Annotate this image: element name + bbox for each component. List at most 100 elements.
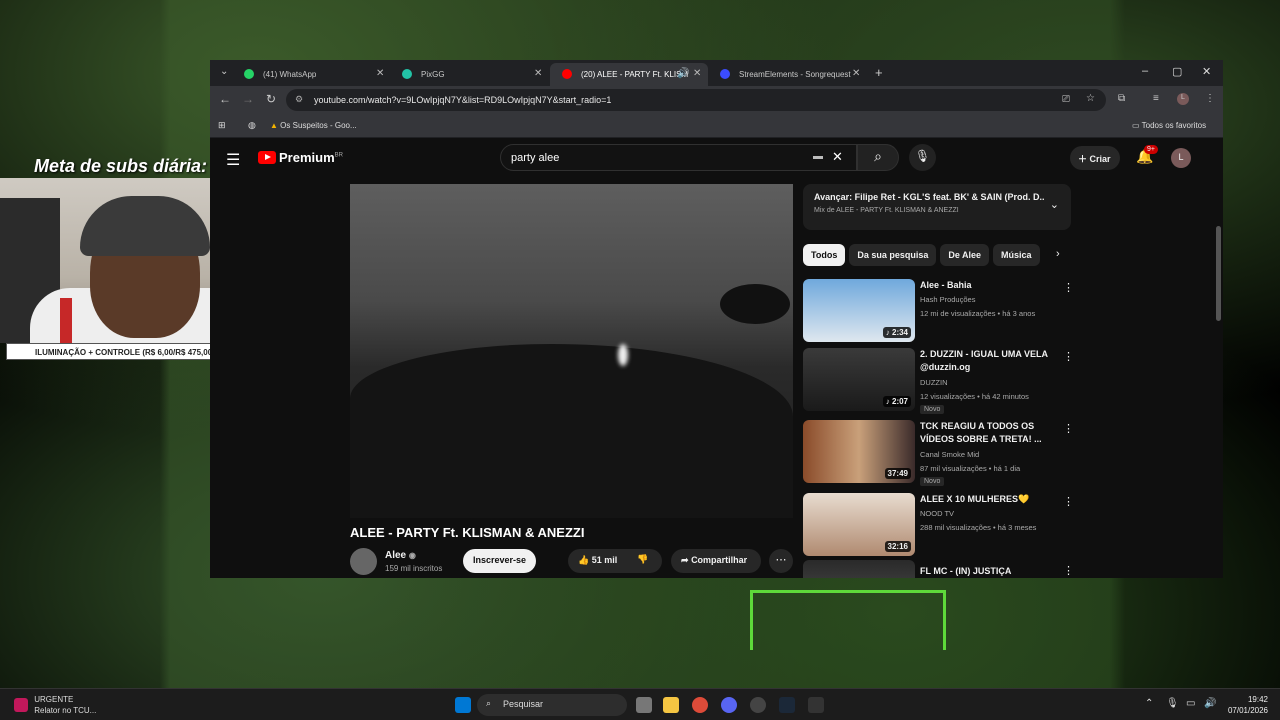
duration-badge: 32:16	[884, 541, 911, 552]
minimize-icon[interactable]: –	[1142, 65, 1148, 77]
file-explorer-icon[interactable]	[663, 697, 679, 713]
channel-name[interactable]: Alee ◉	[385, 550, 416, 561]
thumbs-down-icon[interactable]: 👎	[637, 554, 648, 565]
video-thumbnail[interactable]: 37:49	[803, 420, 915, 483]
volume-icon[interactable]: 🔊	[1204, 698, 1216, 709]
kebab-menu-icon[interactable]: ⋮	[1063, 422, 1074, 435]
reload-icon[interactable]: ↻	[266, 92, 276, 106]
mic-icon[interactable]: 🎙	[1166, 698, 1179, 709]
kebab-menu-icon[interactable]: ⋮	[1063, 495, 1074, 508]
tab-streamelements[interactable]: StreamElements - Songrequest ✕	[708, 63, 866, 86]
chip-de-alee[interactable]: De Alee	[940, 244, 990, 266]
hamburger-menu-icon[interactable]: ☰	[226, 150, 240, 170]
more-actions-icon[interactable]: ⋯	[769, 549, 793, 573]
media-icon[interactable]: ≡	[1153, 93, 1159, 104]
all-favorites[interactable]: ▭ Todos os favoritos	[1132, 121, 1206, 130]
recommendation-stats: 87 mil visualizações • há 1 dia	[920, 464, 1021, 473]
search-button[interactable]: ⌕	[857, 144, 899, 171]
video-thumbnail[interactable]: ♪ 2:34	[803, 279, 915, 342]
video-thumbnail[interactable]	[803, 560, 915, 578]
chrome-icon[interactable]	[692, 697, 708, 713]
subscriber-count: 159 mil inscritos	[385, 564, 443, 573]
obs-icon[interactable]	[750, 697, 766, 713]
browser-toolbar: ← → ↻ ⚙ youtube.com/watch?v=9LOwIpjqN7Y&…	[210, 86, 1223, 114]
recommendation-item[interactable]: ♪ 2:34 Alee - Bahia Hash Produções 12 mi…	[803, 279, 1074, 343]
up-next-subtitle: Mix de ALEE - PARTY Ft. KLISMAN & ANEZZI	[814, 207, 959, 214]
kebab-menu-icon[interactable]: ⋮	[1063, 350, 1074, 363]
thumbs-up-icon: 👍	[578, 555, 590, 565]
profile-icon[interactable]: L	[1177, 93, 1189, 105]
maximize-icon[interactable]: ▢	[1172, 65, 1182, 78]
window-close-icon[interactable]: ✕	[1202, 65, 1211, 78]
youtube-premium-logo[interactable]: PremiumBR	[258, 150, 343, 165]
duration-badge: ♪ 2:07	[882, 396, 911, 407]
recommendation-item[interactable]: ♪ 2:07 2. DUZZIN - IGUAL UMA VELA @duzzi…	[803, 348, 1074, 414]
create-button[interactable]: ＋ Criar	[1070, 146, 1120, 170]
forward-icon[interactable]: →	[242, 92, 254, 106]
network-icon[interactable]: ▭	[1186, 698, 1195, 709]
close-icon[interactable]: ✕	[376, 68, 384, 79]
tab-whatsapp[interactable]: (41) WhatsApp ✕	[232, 63, 390, 86]
clear-search-icon[interactable]: ✕	[832, 149, 843, 165]
recommendation-item[interactable]: 37:49 TCK REAGIU A TODOS OS VÍDEOS SOBRE…	[803, 420, 1074, 486]
share-button[interactable]: ➦ Compartilhar	[671, 549, 761, 573]
recommendation-channel: NOOD TV	[920, 509, 955, 518]
kebab-menu-icon[interactable]: ⋮	[1205, 93, 1215, 104]
chip-todos[interactable]: Todos	[803, 244, 846, 266]
chip-da-sua-pesquisa[interactable]: Da sua pesquisa	[849, 244, 937, 266]
recommendation-title: ALEE X 10 MULHERES💛	[920, 494, 1030, 504]
tray-chevron-icon[interactable]: ⌃	[1145, 698, 1153, 709]
subscribe-button[interactable]: Inscrever-se	[463, 549, 536, 573]
like-button[interactable]: 👍 51 mil	[578, 555, 617, 565]
channel-avatar[interactable]	[350, 548, 377, 575]
voice-search-button[interactable]: 🎙	[909, 144, 936, 171]
streamelements-icon	[720, 69, 730, 79]
account-avatar[interactable]: L	[1171, 148, 1191, 168]
close-icon[interactable]: ✕	[693, 68, 701, 79]
recommendation-title: Alee - Bahia	[920, 280, 972, 290]
start-icon[interactable]	[455, 697, 471, 713]
recommendation-channel: Canal Smoke Mid	[920, 450, 980, 459]
address-bar[interactable]: ⚙ youtube.com/watch?v=9LOwIpjqN7Y&list=R…	[286, 89, 1106, 111]
site-info-icon[interactable]: ⚙	[295, 94, 303, 105]
scrollbar[interactable]	[1213, 216, 1223, 656]
recommendation-stats: 288 mil visualizações • há 3 meses	[920, 523, 1037, 532]
recommendation-channel: Hash Produções	[920, 295, 976, 304]
install-icon[interactable]: ⎚	[1062, 94, 1070, 105]
chevron-right-icon[interactable]: ›	[1056, 248, 1060, 260]
news-icon	[14, 698, 28, 712]
star-icon[interactable]: ☆	[1086, 93, 1095, 104]
extensions-icon[interactable]: ⧉	[1118, 93, 1125, 104]
speaker-icon[interactable]: 🔊	[677, 68, 689, 79]
tab-search-icon[interactable]: ⌄	[220, 66, 228, 77]
video-player[interactable]	[350, 184, 793, 518]
new-tab-icon[interactable]: +	[875, 65, 883, 80]
chip-musica[interactable]: Música	[993, 244, 1040, 266]
close-icon[interactable]: ✕	[852, 68, 860, 79]
recommendation-item[interactable]: FL MC - (IN) JUSTIÇA ⋮	[803, 560, 1073, 578]
chevron-down-icon[interactable]: ⌄	[1050, 198, 1059, 211]
discord-icon[interactable]	[721, 697, 737, 713]
taskbar-search[interactable]: ⌕ Pesquisar	[477, 694, 627, 716]
search-input[interactable]: party alee ▬ ✕	[500, 144, 857, 171]
kebab-menu-icon[interactable]: ⋮	[1063, 281, 1074, 294]
news-widget[interactable]: URGENTE Relator no TCU...	[14, 694, 96, 716]
app-icon[interactable]	[808, 697, 824, 713]
back-icon[interactable]: ←	[219, 92, 231, 106]
up-next-panel[interactable]: Avançar: Filipe Ret - KGL'S feat. BK' & …	[803, 184, 1071, 230]
youtube-page: ☰ PremiumBR party alee ▬ ✕ ⌕ 🎙 ＋ Criar 🔔…	[210, 138, 1223, 578]
tab-pixgg[interactable]: PixGG ✕	[390, 63, 548, 86]
recommendation-item[interactable]: 32:16 ALEE X 10 MULHERES💛 NOOD TV 288 mi…	[803, 493, 1074, 557]
tab-youtube[interactable]: (20) ALEE - PARTY Ft. KLISM 🔊 ✕	[550, 63, 708, 86]
apps-icon[interactable]: ⊞	[218, 120, 226, 131]
bookmark-os-suspeitos[interactable]: ▲ Os Suspeitos - Goo...	[270, 121, 357, 130]
close-icon[interactable]: ✕	[534, 68, 542, 79]
task-view-icon[interactable]	[636, 697, 652, 713]
taskbar-clock[interactable]: 19:42 07/01/2026	[1224, 694, 1268, 716]
video-thumbnail[interactable]: 32:16	[803, 493, 915, 556]
globe-icon: ◍	[248, 120, 256, 130]
keyboard-icon[interactable]: ▬	[813, 151, 823, 162]
kebab-menu-icon[interactable]: ⋮	[1063, 564, 1073, 577]
video-thumbnail[interactable]: ♪ 2:07	[803, 348, 915, 411]
steam-icon[interactable]	[779, 697, 795, 713]
